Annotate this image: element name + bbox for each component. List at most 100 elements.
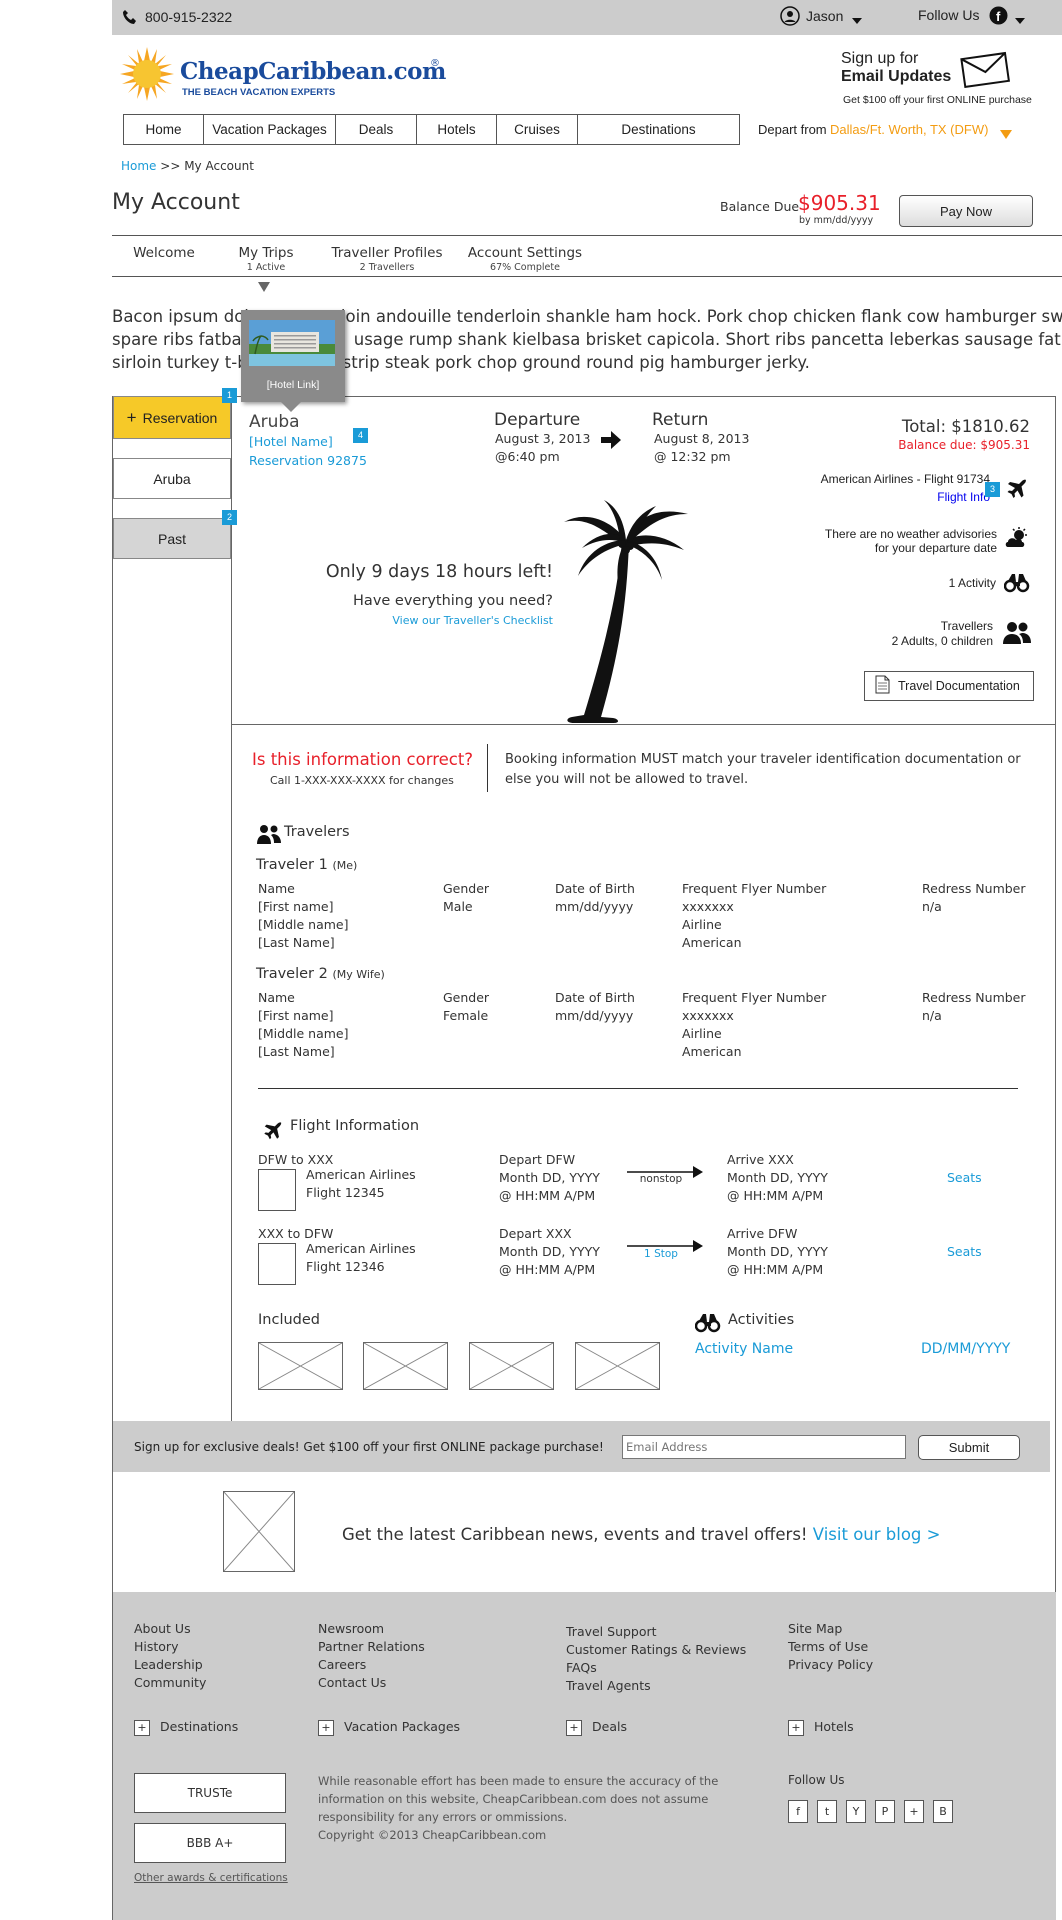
traveller-checklist-link[interactable]: View our Traveller's Checklist: [310, 614, 553, 627]
activity-name-link[interactable]: Activity Name: [695, 1341, 793, 1357]
flight-1-depart-block: Depart DFW Month DD, YYYY @ HH:MM A/PM: [499, 1151, 600, 1205]
hotel-popup[interactable]: [Hotel Link]: [241, 310, 345, 412]
tab-my-trips[interactable]: My Trips 1 Active: [224, 245, 308, 273]
hotel-link[interactable]: [Hotel Link]: [241, 379, 345, 391]
tab-account-settings-label: Account Settings: [467, 245, 583, 261]
footer-expand-vacation-packages[interactable]: + Vacation Packages: [318, 1719, 460, 1736]
intro-line2b: usage rump shank kielbasa brisket capico…: [353, 330, 1062, 349]
user-menu[interactable]: Jason: [806, 8, 843, 24]
breadcrumb-home[interactable]: Home: [121, 159, 156, 173]
footer-expand-destinations[interactable]: + Destinations: [134, 1719, 238, 1736]
traveler-1-ff-col: Frequent Flyer Number xxxxxxx Airline Am…: [682, 880, 826, 952]
youtube-icon[interactable]: Y: [846, 1800, 866, 1823]
tab-welcome[interactable]: Welcome: [124, 245, 204, 261]
signup-email-updates[interactable]: Email Updates: [841, 68, 951, 86]
main-nav: Home Vacation Packages Deals Hotels Crui…: [123, 114, 740, 145]
footer-col-1: About Us History Leadership Community: [134, 1620, 206, 1692]
footer-expand-hotels[interactable]: + Hotels: [788, 1719, 854, 1736]
sidebar-reservation-button[interactable]: + Reservation: [113, 396, 231, 439]
follow-chevron-icon[interactable]: [1015, 10, 1025, 29]
travel-documentation-button[interactable]: Travel Documentation: [864, 671, 1034, 701]
footer-link-contact-us[interactable]: Contact Us: [318, 1674, 425, 1692]
footer-link-about-us[interactable]: About Us: [134, 1620, 206, 1638]
flight-info-link[interactable]: Flight Info: [870, 490, 990, 504]
pay-now-button[interactable]: Pay Now: [899, 195, 1033, 227]
flight-1-number: Flight 12345: [306, 1185, 385, 1200]
footer-link-terms[interactable]: Terms of Use: [788, 1638, 873, 1656]
footer-link-travel-support[interactable]: Travel Support: [566, 1623, 746, 1641]
flight-2-arrive: Arrive DFW: [727, 1226, 798, 1241]
col-dob-header: Date of Birth: [555, 990, 635, 1005]
nav-hotels[interactable]: Hotels: [417, 115, 497, 144]
tab-account-settings-sub: 67% Complete: [490, 262, 560, 273]
truste-badge[interactable]: TRUSTe: [134, 1773, 286, 1813]
pinterest-icon[interactable]: P: [875, 1800, 895, 1823]
blog-promo: Get the latest Caribbean news, events an…: [342, 1525, 940, 1544]
blog-link[interactable]: Visit our blog >: [813, 1525, 941, 1544]
document-icon: [875, 675, 890, 697]
sidebar-item-aruba[interactable]: Aruba: [113, 458, 231, 499]
plus-icon: +: [126, 407, 137, 427]
logo-text[interactable]: CheapCaribbean.com: [180, 58, 446, 85]
envelope-icon[interactable]: [960, 50, 1011, 92]
google-plus-icon[interactable]: +: [904, 1800, 924, 1823]
nav-vacation-packages[interactable]: Vacation Packages: [204, 115, 336, 144]
newsletter-email-input[interactable]: [622, 1435, 906, 1459]
traveler-1-airline-label: Airline: [682, 917, 722, 932]
traveler-2-gender-col: Gender Female: [443, 989, 489, 1025]
sidebar-item-past[interactable]: Past: [113, 518, 231, 559]
facebook-icon[interactable]: f: [989, 6, 1008, 29]
copyright: Copyright ©2013 CheapCaribbean.com: [318, 1828, 547, 1842]
disclaimer-line1: While reasonable effort has been made to…: [318, 1774, 719, 1788]
footer-link-careers[interactable]: Careers: [318, 1656, 425, 1674]
col-name-header: Name: [258, 881, 295, 896]
footer-link-site-map[interactable]: Site Map: [788, 1620, 873, 1638]
twitter-icon[interactable]: t: [817, 1800, 837, 1823]
flight-2-airline: American Airlines: [306, 1241, 416, 1256]
footer-link-faqs[interactable]: FAQs: [566, 1659, 746, 1677]
flight-2-seats-link[interactable]: Seats: [947, 1243, 982, 1261]
footer-link-newsroom[interactable]: Newsroom: [318, 1620, 425, 1638]
footer-link-leadership[interactable]: Leadership: [134, 1656, 206, 1674]
nav-cruises[interactable]: Cruises: [497, 115, 578, 144]
flight-1-seats-link[interactable]: Seats: [947, 1169, 982, 1187]
traveler-2-gender: Female: [443, 1008, 489, 1023]
facebook-icon[interactable]: f: [788, 1800, 808, 1823]
traveler-2-dob-col: Date of Birth mm/dd/yyyy: [555, 989, 635, 1025]
footer-link-history[interactable]: History: [134, 1638, 206, 1656]
flight-2-airline-block: American Airlines Flight 12346: [306, 1240, 416, 1276]
tab-traveller-profiles[interactable]: Traveller Profiles 2 Travellers: [320, 245, 454, 273]
traveler-2-airline-label: Airline: [682, 1026, 722, 1041]
blog-icon[interactable]: B: [933, 1800, 953, 1823]
flight-2-arrive-date: Month DD, YYYY: [727, 1244, 828, 1259]
tab-account-settings[interactable]: Account Settings 67% Complete: [465, 245, 585, 273]
footer-link-community[interactable]: Community: [134, 1674, 206, 1692]
phone-number[interactable]: 800-915-2322: [145, 9, 232, 25]
nav-deals[interactable]: Deals: [336, 115, 417, 144]
booking-warning-line2: else you will not be allowed to travel.: [505, 772, 749, 787]
tab-traveller-profiles-label: Traveller Profiles: [331, 245, 443, 261]
hotel-name-link[interactable]: [Hotel Name]: [249, 434, 333, 449]
footer-col-2: Newsroom Partner Relations Careers Conta…: [318, 1620, 425, 1692]
depart-from-select[interactable]: Dallas/Ft. Worth, TX (DFW): [830, 122, 988, 137]
footer-link-partner-relations[interactable]: Partner Relations: [318, 1638, 425, 1656]
newsletter-submit-button[interactable]: Submit: [918, 1435, 1020, 1460]
flight-airplane-icon: [262, 1120, 284, 1146]
intro-line3b: strip steak pork chop ground round pig h…: [342, 353, 810, 372]
plus-icon: +: [318, 1719, 334, 1736]
depart-chevron-icon[interactable]: [1000, 124, 1012, 143]
chevron-down-icon[interactable]: [852, 10, 862, 29]
nav-destinations[interactable]: Destinations: [578, 115, 739, 144]
nav-home[interactable]: Home: [124, 115, 204, 144]
departure-time: @6:40 pm: [495, 449, 560, 464]
reservation-number[interactable]: Reservation 92875: [249, 453, 367, 468]
awards-link[interactable]: Other awards & certifications: [134, 1872, 288, 1884]
footer-expand-deals[interactable]: + Deals: [566, 1719, 627, 1736]
bbb-badge[interactable]: BBB A+: [134, 1823, 286, 1863]
footer-link-travel-agents[interactable]: Travel Agents: [566, 1677, 746, 1695]
hotel-thumbnail[interactable]: [249, 320, 335, 366]
footer-link-privacy[interactable]: Privacy Policy: [788, 1656, 873, 1674]
flight-2-stops-link[interactable]: 1 Stop: [627, 1248, 695, 1260]
footer-link-customer-ratings[interactable]: Customer Ratings & Reviews: [566, 1641, 746, 1659]
included-item-placeholder: [363, 1342, 448, 1390]
